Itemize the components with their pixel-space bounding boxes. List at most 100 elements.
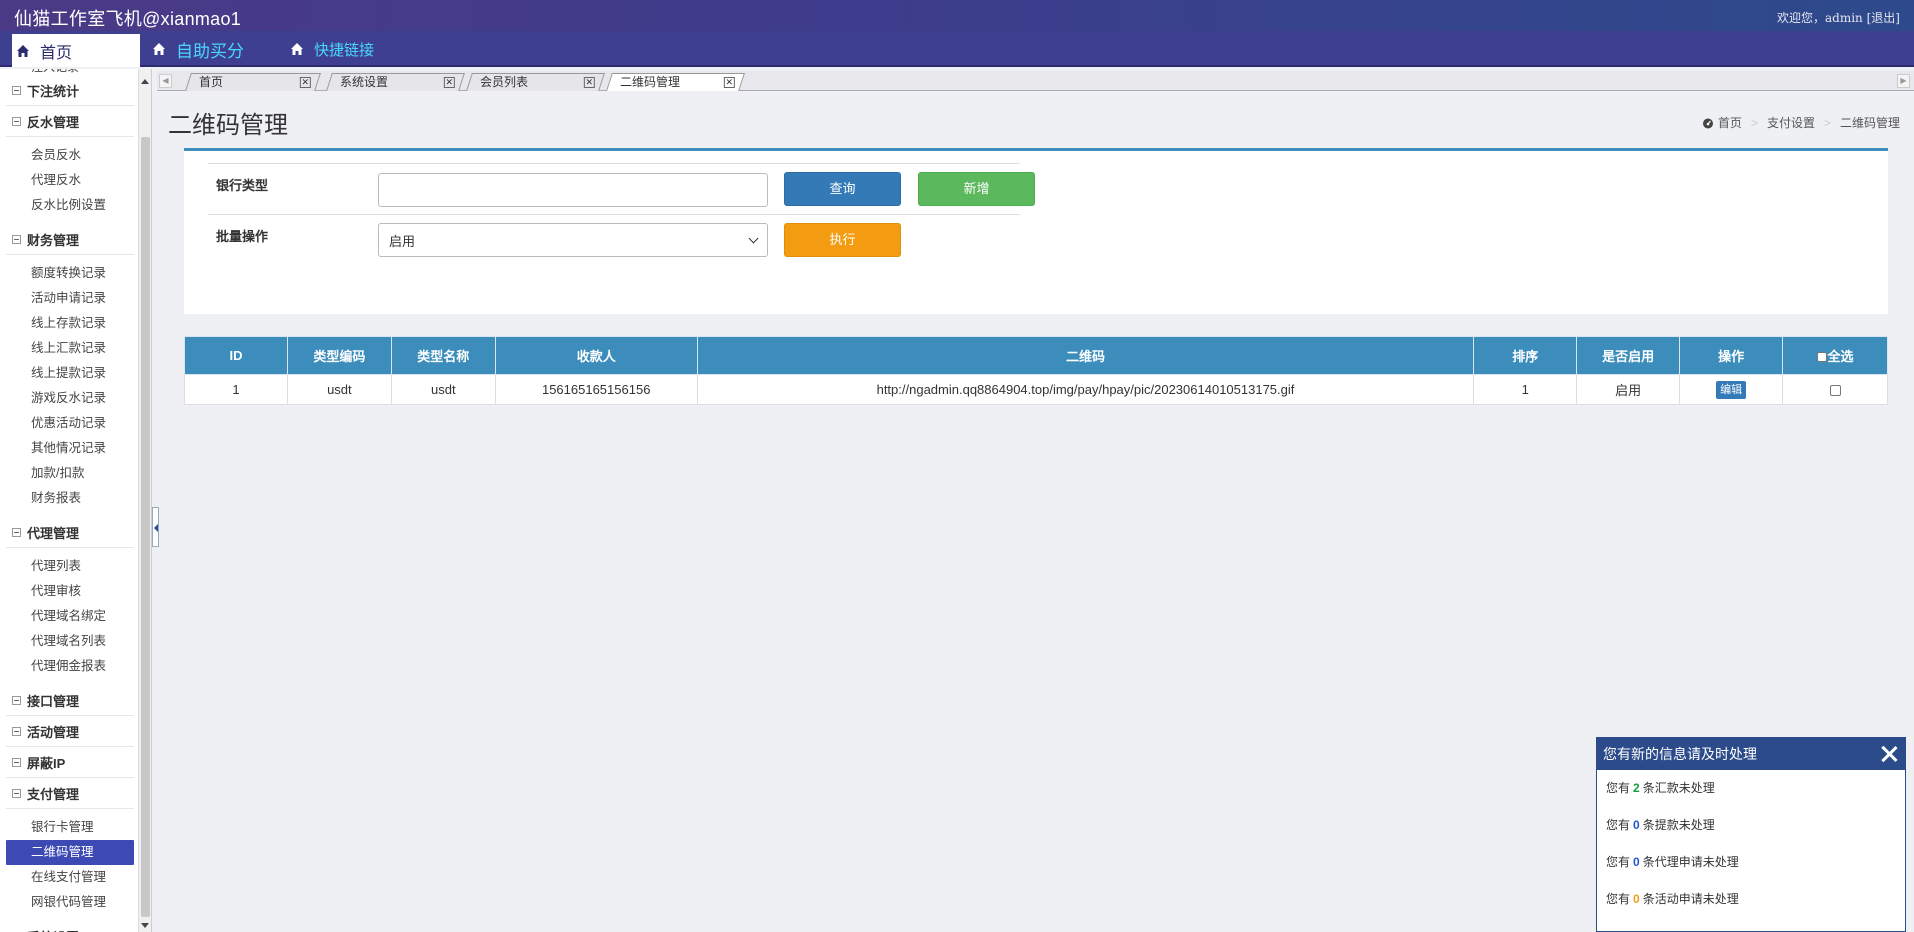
sidebar-group[interactable]: 活动管理 — [6, 716, 134, 747]
collapse-minus-icon — [12, 85, 21, 95]
breadcrumb-pay-settings[interactable]: 支付设置 — [1767, 114, 1815, 131]
sidebar-group[interactable]: 反水管理 — [6, 106, 134, 137]
collapse-minus-icon — [12, 527, 21, 537]
row-checkbox[interactable] — [1829, 385, 1841, 397]
sidebar-item[interactable]: 会员反水 — [6, 143, 134, 168]
sidebar-item[interactable]: 代理域名列表 — [6, 629, 134, 654]
qrcode-table: ID 类型编码 类型名称 收款人 二维码 排序 是否启用 操作 全选 1 usd… — [184, 336, 1888, 405]
breadcrumb-home[interactable]: 首页 — [1718, 114, 1742, 131]
cell-sort: 1 — [1473, 374, 1578, 405]
home-icon — [17, 44, 29, 57]
chevron-down-icon — [748, 233, 759, 243]
sidebar-group[interactable]: 支付管理 — [6, 778, 134, 809]
cell-payee: 156165165156156 — [494, 374, 698, 405]
notification-suffix: 条汇款未处理 — [1642, 781, 1715, 795]
sidebar-group[interactable]: 屏蔽IP — [6, 747, 134, 778]
select-all-label: 全选 — [1827, 349, 1854, 364]
scroll-up-icon[interactable] — [141, 79, 149, 84]
sidebar-item[interactable]: 优惠活动记录 — [6, 411, 134, 436]
notification-line[interactable]: 您有 0 条代理申请未处理 — [1597, 844, 1905, 881]
sidebar-item[interactable]: 二维码管理 — [6, 840, 134, 865]
nav-self-buy[interactable]: 自助买分 — [152, 31, 244, 67]
col-enabled: 是否启用 — [1576, 336, 1681, 375]
scroll-thumb[interactable] — [141, 137, 150, 917]
col-id: ID — [184, 336, 288, 375]
sidebar: 注入记录下注统计反水管理会员反水代理反水反水比例设置财务管理额度转换记录活动申请… — [0, 69, 152, 932]
sidebar-item[interactable]: 游戏反水记录 — [6, 386, 134, 411]
table-header-row: ID 类型编码 类型名称 收款人 二维码 排序 是否启用 操作 全选 — [184, 336, 1888, 375]
notification-count: 2 — [1633, 781, 1640, 795]
app-title: 仙猫工作室飞机@xianmao1 — [14, 9, 242, 29]
close-icon[interactable] — [1879, 744, 1899, 764]
query-button[interactable]: 查询 — [784, 172, 901, 206]
batch-op-select[interactable]: 启用 — [378, 223, 768, 257]
sidebar-item[interactable]: 线上汇款记录 — [6, 336, 134, 361]
scroll-down-icon[interactable] — [141, 923, 149, 928]
nav-quick-links[interactable]: 快捷链接 — [290, 31, 374, 67]
sidebar-scrollbar[interactable] — [138, 69, 151, 932]
sidebar-item[interactable]: 财务报表 — [6, 486, 134, 511]
notification-line[interactable]: 您有 0 条提款未处理 — [1597, 807, 1905, 844]
sidebar-group-label: 财务管理 — [27, 232, 80, 248]
notification-line[interactable]: 您有 2 条汇款未处理 — [1597, 770, 1905, 807]
tab-close-icon[interactable]: ✕ — [299, 77, 311, 88]
sidebar-item[interactable]: 额度转换记录 — [6, 261, 134, 286]
main-nav: 首页 自助买分 快捷链接 — [0, 31, 1914, 67]
tab-qrcode-manage[interactable]: 二维码管理 ✕ — [606, 73, 745, 91]
notification-count: 0 — [1633, 892, 1640, 906]
batch-op-label: 批量操作 — [216, 229, 269, 244]
sidebar-item[interactable]: 线上存款记录 — [6, 311, 134, 336]
sidebar-collapse-handle[interactable] — [152, 507, 159, 547]
page-title: 二维码管理 — [168, 112, 288, 139]
cell-select — [1782, 374, 1888, 405]
tab-system-settings[interactable]: 系统设置 ✕ — [326, 73, 465, 91]
sidebar-item[interactable]: 代理列表 — [6, 554, 134, 579]
sidebar-item[interactable]: 反水比例设置 — [6, 193, 134, 218]
add-button[interactable]: 新增 — [918, 172, 1035, 206]
sidebar-item[interactable]: 线上提款记录 — [6, 361, 134, 386]
sidebar-item[interactable]: 其他情况记录 — [6, 436, 134, 461]
tab-scroll-left-icon[interactable]: ◀ — [159, 74, 172, 88]
sidebar-item[interactable]: 活动申请记录 — [6, 286, 134, 311]
sidebar-group[interactable]: 代理管理 — [6, 517, 134, 548]
select-all-checkbox[interactable] — [1816, 352, 1827, 362]
execute-button[interactable]: 执行 — [784, 223, 901, 257]
tab-label: 首页 — [199, 75, 224, 89]
nav-home[interactable]: 首页 — [12, 34, 140, 67]
tab-label: 系统设置 — [340, 75, 389, 89]
tab-close-icon[interactable]: ✕ — [583, 77, 595, 88]
notification-popup: 您有新的信息请及时处理 您有 2 条汇款未处理 您有 0 条提款未处理 您有 0 条代理申请未处… — [1596, 737, 1906, 932]
sidebar-item[interactable]: 代理审核 — [6, 579, 134, 604]
col-select-all[interactable]: 全选 — [1782, 336, 1888, 375]
sidebar-group[interactable]: 系统设置 — [6, 921, 134, 932]
tab-scroll-right-icon[interactable]: ▶ — [1897, 74, 1910, 88]
sidebar-item[interactable]: 加款/扣款 — [6, 461, 134, 486]
sidebar-submenu: 银行卡管理 二维码管理 在线支付管理 网银代码管理 — [6, 809, 134, 921]
col-type-code: 类型编码 — [286, 336, 392, 375]
sidebar-item[interactable]: 代理反水 — [6, 168, 134, 193]
tab-close-icon[interactable]: ✕ — [443, 77, 455, 88]
notification-line[interactable]: 您有 0 条活动申请未处理 — [1597, 881, 1905, 918]
sidebar-item[interactable]: 代理佣金报表 — [6, 654, 134, 679]
sidebar-group[interactable]: 下注统计 — [6, 75, 134, 106]
sidebar-item[interactable]: 在线支付管理 — [6, 865, 134, 890]
notification-title: 您有新的信息请及时处理 — [1603, 746, 1757, 762]
tab-close-icon[interactable]: ✕ — [723, 77, 735, 88]
filter-panel: 银行类型 查询 新增 批量操作 启用 执行 — [184, 148, 1888, 314]
sidebar-group[interactable]: 财务管理 — [6, 224, 134, 255]
logout-link[interactable]: [退出] — [1867, 11, 1900, 25]
tab-home[interactable]: 首页 ✕ — [185, 73, 321, 91]
edit-button[interactable]: 编辑 — [1716, 380, 1747, 399]
tab-member-list[interactable]: 会员列表 ✕ — [466, 73, 605, 91]
notification-prefix: 您有 — [1606, 855, 1631, 869]
sidebar-group[interactable]: 接口管理 — [6, 685, 134, 716]
sidebar-group-label: 支付管理 — [27, 786, 80, 802]
bank-type-input[interactable] — [378, 173, 768, 207]
sidebar-item[interactable]: 银行卡管理 — [6, 815, 134, 840]
sidebar-submenu: 会员反水 代理反水 反水比例设置 — [6, 137, 134, 224]
tab-label: 会员列表 — [480, 75, 529, 89]
cell-id: 1 — [184, 374, 288, 405]
sidebar-item[interactable]: 代理域名绑定 — [6, 604, 134, 629]
sidebar-item[interactable]: 网银代码管理 — [6, 890, 134, 915]
notification-prefix: 您有 — [1606, 781, 1631, 795]
